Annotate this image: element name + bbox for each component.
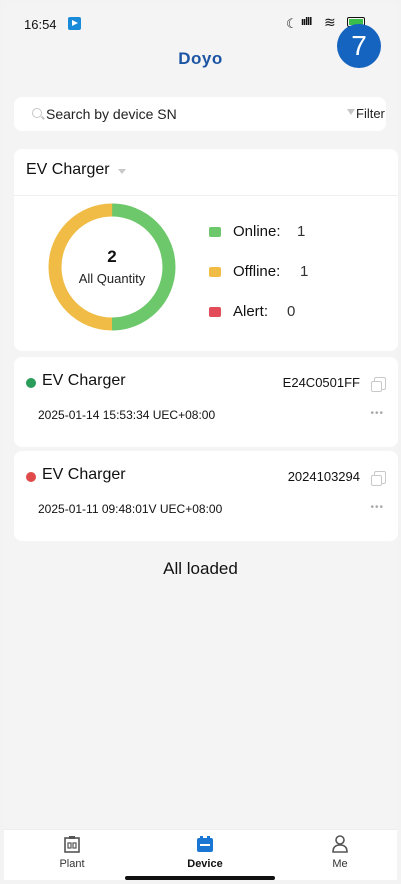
tab-me-label: Me [332,858,348,870]
bottom-tab-bar: Plant Device Me [4,829,397,880]
wifi-icon: ≋ [324,14,336,30]
device-list-item[interactable]: EV Charger E24C0501FF 2025-01-14 15:53:3… [14,357,398,447]
device-datetime: 2025-01-11 09:48:01V UEC+08:00 [38,502,223,516]
status-time: 16:54 [24,17,57,32]
device-list-item[interactable]: EV Charger 2024103294 2025-01-11 09:48:0… [14,451,398,541]
plant-icon [64,836,80,853]
device-sn: E24C0501FF [282,375,360,390]
device-icon [197,836,213,852]
signal-icon: ıılll [301,16,312,28]
tab-plant[interactable]: Plant [32,834,112,870]
device-type-selector[interactable]: EV Charger [26,161,110,179]
device-name: EV Charger [42,466,126,483]
more-icon[interactable]: ••• [370,408,384,419]
total-label: All Quantity [78,271,146,286]
phone-screen: 16:54 ☾ ıılll ≋ 7 Doyo Search by device … [4,4,398,880]
chevron-down-icon[interactable] [118,169,126,174]
copy-icon[interactable] [371,471,386,486]
search-input[interactable]: Search by device SN [46,106,177,122]
online-value: 1 [297,223,306,240]
notification-icon [68,17,81,30]
status-donut-chart: 2 All Quantity [44,199,180,335]
copy-icon[interactable] [371,377,386,392]
device-summary-card: EV Charger 2 All Quantity Online: 1 Offl… [14,149,398,351]
online-label: Online: [233,223,281,240]
tab-me[interactable]: Me [300,834,380,870]
device-sn: 2024103294 [287,469,360,484]
tab-plant-label: Plant [59,858,85,870]
device-name: EV Charger [42,372,126,389]
search-bar[interactable]: Search by device SN Filter [14,97,386,131]
donut-svg [48,203,176,331]
app-logo: Doyo [178,49,223,68]
tab-device-label: Device [187,858,223,870]
device-datetime: 2025-01-14 15:53:34 UEC+08:00 [38,408,216,422]
tab-device[interactable]: Device [165,834,245,870]
alert-value: 0 [287,303,296,320]
status-offline-dot [26,472,36,482]
search-icon [32,108,42,118]
more-icon[interactable]: ••• [370,502,384,513]
alert-label: Alert: [233,303,269,320]
alert-icon [209,307,221,317]
total-count: 2 [107,247,117,266]
me-icon [332,835,348,853]
status-online-dot [26,378,36,388]
home-indicator [125,876,275,880]
filter-icon[interactable] [347,109,355,115]
offline-label: Offline: [233,263,281,280]
online-icon [209,227,221,237]
offline-value: 1 [300,263,309,280]
filter-button[interactable]: Filter [356,106,385,121]
offline-icon [209,267,221,277]
do-not-disturb-icon: ☾ [286,16,298,31]
list-footer: All loaded [163,559,238,578]
divider [14,195,398,196]
